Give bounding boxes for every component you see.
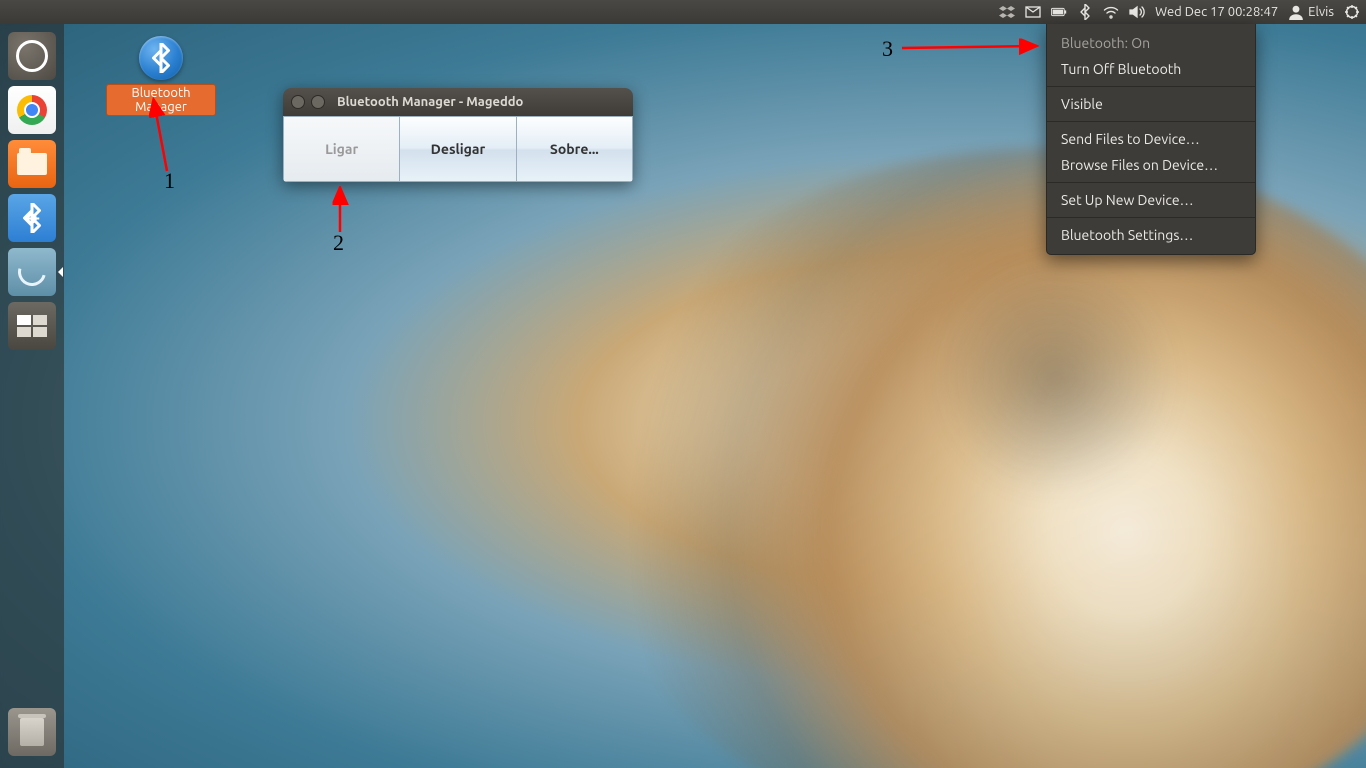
files-launcher-icon[interactable] (8, 140, 56, 188)
window-titlebar[interactable]: Bluetooth Manager - Mageddo (283, 88, 633, 116)
session-indicator-icon[interactable] (1344, 4, 1360, 20)
messages-indicator-icon[interactable] (1025, 4, 1041, 20)
menu-item-turn-off[interactable]: Turn Off Bluetooth (1047, 56, 1255, 82)
desligar-button[interactable]: Desligar (400, 116, 516, 182)
network-indicator-icon[interactable] (1103, 4, 1119, 20)
wallpaper-shadow (926, 248, 1186, 508)
user-icon (1288, 4, 1304, 20)
sobre-button[interactable]: Sobre... (517, 116, 633, 182)
trash-launcher-icon[interactable] (8, 708, 56, 756)
menu-item-setup[interactable]: Set Up New Device… (1047, 187, 1255, 213)
annotation-number-3: 3 (882, 36, 893, 62)
user-indicator[interactable]: Elvis (1288, 4, 1334, 20)
menu-separator (1047, 217, 1255, 218)
bluetooth-launcher-icon[interactable]: ⌖ (8, 194, 56, 242)
annotation-arrow-3 (900, 38, 1040, 58)
bluetooth-app-icon (139, 36, 183, 80)
menu-separator (1047, 182, 1255, 183)
menu-item-browse-files[interactable]: Browse Files on Device… (1047, 152, 1255, 178)
ligar-button[interactable]: Ligar (283, 116, 400, 182)
bluetooth-manager-window: Bluetooth Manager - Mageddo Ligar Deslig… (283, 88, 633, 182)
dash-home-icon[interactable] (8, 32, 56, 80)
close-icon[interactable] (291, 95, 305, 109)
username-label: Elvis (1308, 5, 1334, 19)
battery-indicator-icon[interactable] (1051, 4, 1067, 20)
menu-item-visible[interactable]: Visible (1047, 91, 1255, 117)
menu-separator (1047, 121, 1255, 122)
clock-indicator[interactable]: Wed Dec 17 00:28:47 (1155, 5, 1278, 19)
menu-separator (1047, 86, 1255, 87)
annotation-number-1: 1 (164, 168, 175, 194)
sound-indicator-icon[interactable] (1129, 4, 1145, 20)
dropbox-indicator-icon[interactable] (999, 4, 1015, 20)
running-pip-icon (58, 267, 63, 277)
bluetooth-indicator-icon[interactable] (1077, 4, 1093, 20)
minimize-icon[interactable] (311, 95, 325, 109)
top-menubar: Wed Dec 17 00:28:47 Elvis (0, 0, 1366, 24)
annotation-arrow-2 (330, 186, 350, 234)
annotation-number-2: 2 (333, 230, 344, 256)
menu-item-settings[interactable]: Bluetooth Settings… (1047, 222, 1255, 248)
app-launcher-icon[interactable] (8, 248, 56, 296)
chrome-launcher-icon[interactable] (8, 86, 56, 134)
window-title: Bluetooth Manager - Mageddo (337, 95, 523, 109)
window-body: Ligar Desligar Sobre... (283, 116, 633, 182)
annotation-arrow-1 (112, 96, 172, 176)
menu-header-status: Bluetooth: On (1047, 30, 1255, 56)
menu-item-send-files[interactable]: Send Files to Device… (1047, 126, 1255, 152)
unity-launcher: ⌖ (0, 24, 64, 768)
bluetooth-indicator-menu: Bluetooth: On Turn Off Bluetooth Visible… (1046, 24, 1256, 255)
workspace-switcher-icon[interactable] (8, 302, 56, 350)
